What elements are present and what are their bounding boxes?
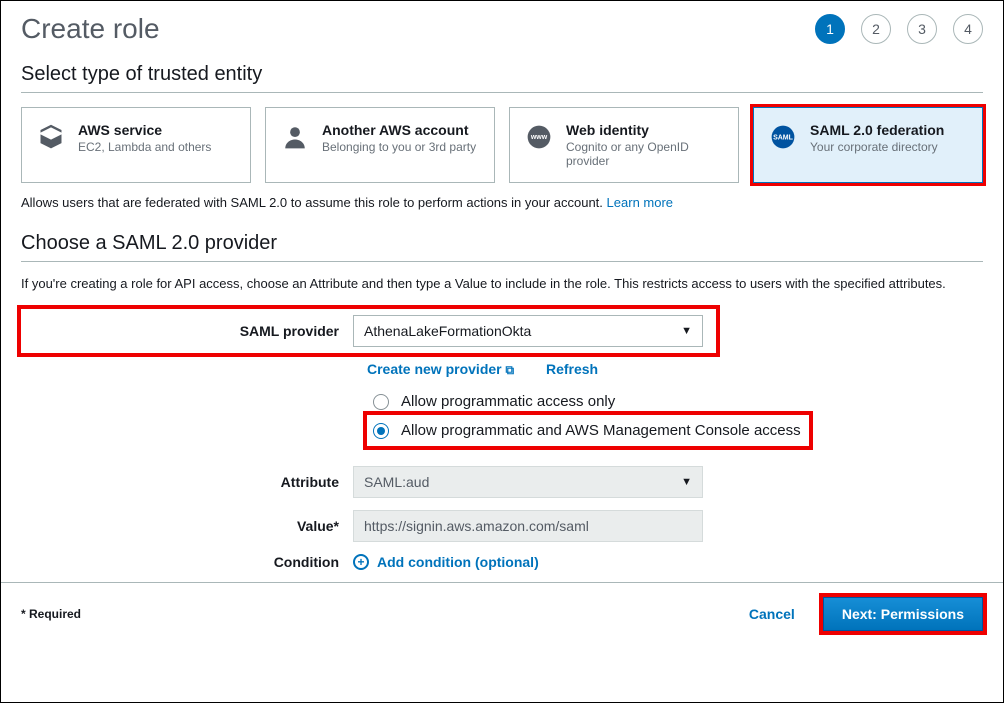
card-title: SAML 2.0 federation — [810, 122, 944, 138]
value-row: Value* — [21, 510, 983, 542]
provider-label: SAML provider — [21, 323, 353, 339]
page-title: Create role — [21, 13, 160, 45]
radio-label: Allow programmatic access only — [401, 393, 615, 410]
refresh-link[interactable]: Refresh — [546, 361, 598, 377]
radio-icon — [373, 394, 389, 410]
learn-more-link[interactable]: Learn more — [607, 195, 673, 210]
required-note: * Required — [21, 607, 749, 621]
card-sub: Belonging to you or 3rd party — [322, 140, 476, 154]
radio-programmatic-only[interactable]: Allow programmatic access only — [373, 390, 983, 413]
cancel-button[interactable]: Cancel — [749, 606, 795, 622]
radio-label: Allow programmatic and AWS Management Co… — [401, 422, 801, 439]
entity-type-cards: AWS service EC2, Lambda and others Anoth… — [21, 107, 983, 183]
entity-card-web-identity[interactable]: www Web identity Cognito or any OpenID p… — [509, 107, 739, 183]
condition-row: Condition + Add condition (optional) — [21, 554, 983, 570]
card-title: AWS service — [78, 122, 211, 138]
select-value: AthenaLakeFormationOkta — [364, 323, 531, 339]
svg-text:SAML: SAML — [773, 135, 794, 142]
cube-icon — [36, 122, 66, 152]
create-new-provider-link[interactable]: Create new provider ⧉ — [367, 361, 518, 377]
select-value: SAML:aud — [364, 474, 429, 490]
svg-text:www: www — [530, 134, 548, 141]
card-sub: Cognito or any OpenID provider — [566, 140, 724, 168]
provider-form: SAML provider AthenaLakeFormationOkta ▼ … — [21, 309, 983, 570]
section-entity-title: Select type of trusted entity — [21, 63, 983, 86]
person-icon — [280, 122, 310, 152]
attribute-label: Attribute — [21, 474, 353, 490]
condition-label: Condition — [21, 554, 353, 570]
entity-card-aws-service[interactable]: AWS service EC2, Lambda and others — [21, 107, 251, 183]
divider — [21, 92, 983, 93]
divider — [21, 261, 983, 262]
add-condition-button[interactable]: + Add condition (optional) — [353, 554, 983, 570]
www-icon: www — [524, 122, 554, 152]
footer-bar: * Required Cancel Next: Permissions — [1, 582, 1003, 641]
card-sub: Your corporate directory — [810, 140, 944, 154]
access-type-radios: Allow programmatic access only Allow pro… — [21, 390, 983, 446]
saml-icon: SAML — [768, 122, 798, 152]
step-4[interactable]: 4 — [953, 14, 983, 44]
entity-description: Allows users that are federated with SAM… — [21, 195, 983, 210]
choose-provider-title: Choose a SAML 2.0 provider — [21, 232, 983, 255]
chevron-down-icon: ▼ — [681, 476, 692, 488]
provider-links: Create new provider ⧉ Refresh — [367, 361, 983, 378]
entity-card-aws-account[interactable]: Another AWS account Belonging to you or … — [265, 107, 495, 183]
attribute-select: SAML:aud ▼ — [353, 466, 703, 498]
saml-provider-select[interactable]: AthenaLakeFormationOkta ▼ — [353, 315, 703, 347]
step-2[interactable]: 2 — [861, 14, 891, 44]
card-title: Web identity — [566, 122, 724, 138]
radio-icon — [373, 423, 389, 439]
provider-row: SAML provider AthenaLakeFormationOkta ▼ — [21, 309, 716, 353]
card-title: Another AWS account — [322, 122, 476, 138]
step-3[interactable]: 3 — [907, 14, 937, 44]
choose-provider-desc: If you're creating a role for API access… — [21, 276, 983, 291]
next-permissions-button[interactable]: Next: Permissions — [823, 597, 983, 631]
radio-programmatic-console[interactable]: Allow programmatic and AWS Management Co… — [373, 419, 801, 442]
value-input[interactable] — [353, 510, 703, 542]
entity-card-saml-federation[interactable]: SAML SAML 2.0 federation Your corporate … — [753, 107, 983, 183]
card-sub: EC2, Lambda and others — [78, 140, 211, 154]
step-indicator: 1 2 3 4 — [815, 14, 983, 44]
chevron-down-icon: ▼ — [681, 325, 692, 337]
step-1: 1 — [815, 14, 845, 44]
value-label: Value* — [21, 518, 353, 534]
plus-circle-icon: + — [353, 554, 369, 570]
attribute-row: Attribute SAML:aud ▼ — [21, 466, 983, 498]
external-link-icon: ⧉ — [506, 363, 515, 377]
